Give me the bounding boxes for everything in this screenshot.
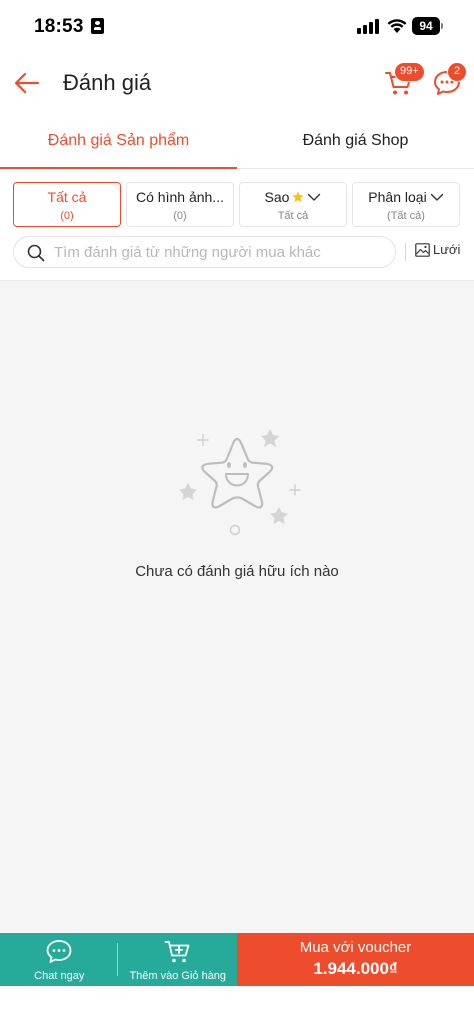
empty-message: Chưa có đánh giá hữu ích nào — [135, 563, 339, 580]
add-to-cart-label: Thêm vào Giỏ hàng — [129, 970, 227, 982]
filter-stars-label: Sao — [264, 189, 290, 205]
chevron-down-icon — [308, 193, 321, 201]
status-time: 18:53 — [34, 16, 84, 37]
filter-variant-label: Phân loại — [368, 189, 427, 205]
filter-all[interactable]: Tất cả (0) — [13, 182, 121, 227]
back-arrow-icon[interactable] — [12, 68, 42, 98]
review-tabs: Đánh giá Sản phẩm Đánh giá Shop — [0, 114, 474, 169]
add-to-cart-icon — [164, 941, 190, 963]
search-input[interactable] — [54, 238, 389, 266]
filter-all-count: (0) — [60, 210, 74, 222]
filter-images-count: (0) — [173, 210, 187, 222]
filter-all-label: Tất cả — [47, 189, 87, 205]
battery-level: 94 — [412, 17, 440, 35]
bottom-left-group: Chat ngay Thêm vào Giỏ hàng — [0, 933, 237, 986]
cellular-signal-icon — [357, 19, 379, 34]
filter-stars-value: Tất cả — [277, 210, 309, 222]
bottom-action-bar: Chat ngay Thêm vào Giỏ hàng Mua với vouc… — [0, 933, 474, 986]
search-icon — [27, 244, 45, 262]
header: Đánh giá 99+ 2 — [0, 54, 474, 114]
add-to-cart-button[interactable]: Thêm vào Giỏ hàng — [119, 933, 238, 986]
divider — [117, 943, 118, 976]
divider — [405, 243, 406, 261]
chat-icon — [46, 940, 72, 963]
buy-price: 1.944.000₫ — [313, 959, 398, 978]
id-card-icon — [91, 18, 104, 34]
battery-indicator: 94 — [412, 17, 444, 35]
buy-with-voucher-button[interactable]: Mua với voucher 1.944.000₫ — [237, 933, 474, 986]
filter-stars[interactable]: Sao Tất cả — [239, 182, 347, 227]
tab-product-reviews[interactable]: Đánh giá Sản phẩm — [0, 114, 237, 169]
star-icon — [292, 191, 304, 202]
search-row: Lưới — [13, 236, 463, 268]
home-indicator-area — [0, 986, 474, 1024]
chat-now-label: Chat ngay — [34, 970, 85, 982]
search-box — [13, 236, 396, 268]
chat-badge: 2 — [447, 62, 467, 82]
filter-row: Tất cả (0) Có hình ảnh... (0) Sao Tất cả… — [13, 182, 461, 227]
wifi-icon — [387, 19, 407, 33]
page-title: Đánh giá — [63, 70, 152, 95]
reviews-content: Chưa có đánh giá hữu ích nào — [0, 280, 474, 933]
image-icon — [415, 242, 430, 257]
chevron-down-icon — [430, 193, 443, 201]
chat-now-button[interactable]: Chat ngay — [0, 933, 119, 986]
status-bar: 18:53 94 — [0, 0, 474, 54]
tab-shop-reviews[interactable]: Đánh giá Shop — [237, 114, 474, 168]
cart-badge: 99+ — [394, 62, 425, 82]
empty-star-illustration — [179, 429, 301, 536]
grid-view-label: Lưới — [433, 242, 461, 257]
filter-images-label: Có hình ảnh... — [136, 189, 224, 205]
buy-label: Mua với voucher — [299, 939, 412, 956]
filter-with-images[interactable]: Có hình ảnh... (0) — [126, 182, 234, 227]
grid-view-toggle[interactable]: Lưới — [415, 242, 460, 257]
filter-variant-value: (Tất cả) — [387, 210, 425, 222]
filter-variant[interactable]: Phân loại (Tất cả) — [352, 182, 460, 227]
